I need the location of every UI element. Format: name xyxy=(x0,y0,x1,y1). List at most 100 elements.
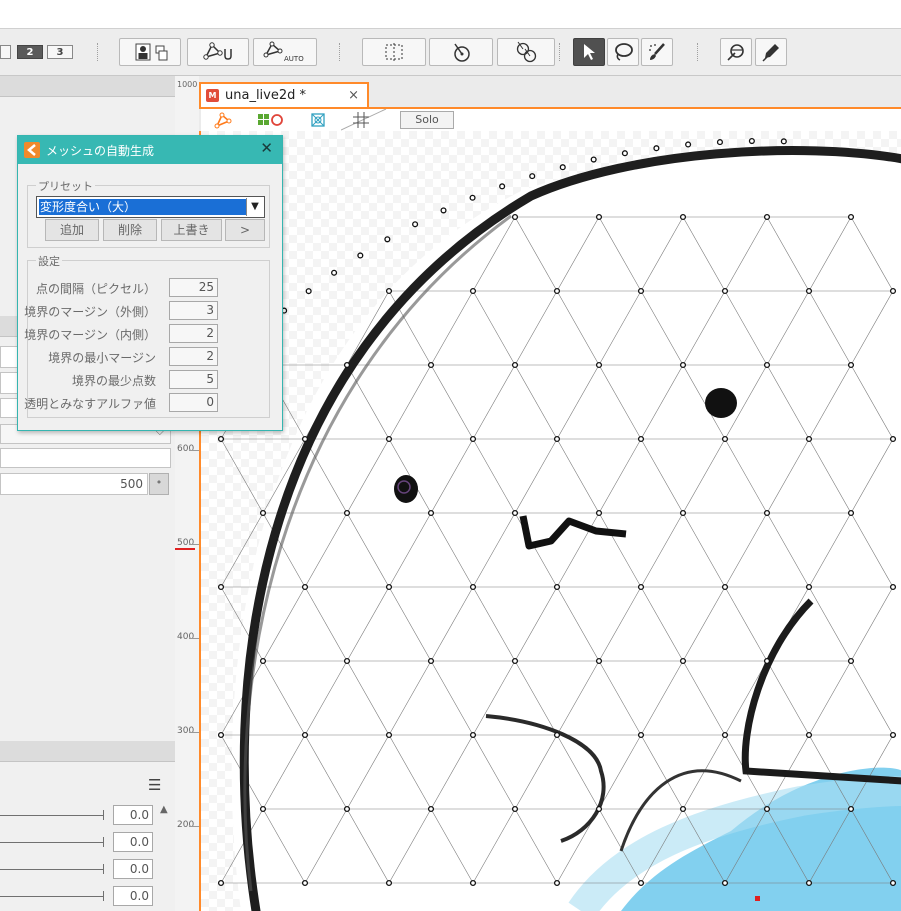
parameter-slider-row[interactable]: 0.0 xyxy=(0,883,175,910)
mesh-vertex[interactable] xyxy=(217,731,225,739)
rotation-multi-button[interactable] xyxy=(497,38,555,66)
mesh-vertex[interactable] xyxy=(553,583,561,591)
mesh-vertex[interactable] xyxy=(679,657,687,665)
mesh-vertex[interactable] xyxy=(469,879,477,887)
mesh-boundary-vertex[interactable] xyxy=(780,138,787,145)
mesh-vertex[interactable] xyxy=(553,731,561,739)
menu-icon[interactable]: ☰ xyxy=(148,776,161,794)
person-tools-button[interactable] xyxy=(119,38,181,66)
slider-track[interactable] xyxy=(0,896,104,897)
mesh-vertex[interactable] xyxy=(763,509,771,517)
mesh-vertex[interactable] xyxy=(679,509,687,517)
deformer-display-icon[interactable] xyxy=(256,111,286,129)
mesh-vertex[interactable] xyxy=(259,657,267,665)
mesh-vertex[interactable] xyxy=(469,731,477,739)
mesh-vertex[interactable] xyxy=(259,509,267,517)
close-icon[interactable]: ✕ xyxy=(260,139,273,157)
mesh-boundary-vertex[interactable] xyxy=(653,145,660,152)
mesh-vertex[interactable] xyxy=(385,287,393,295)
mesh-vertex[interactable] xyxy=(847,361,855,369)
mesh-vertex[interactable] xyxy=(595,361,603,369)
parameter-slider-row[interactable]: 0.0 xyxy=(0,802,175,829)
slider-value[interactable]: 0.0 xyxy=(113,859,153,879)
mesh-vertex[interactable] xyxy=(385,583,393,591)
model-canvas[interactable] xyxy=(199,131,901,911)
mesh-vertex[interactable] xyxy=(217,879,225,887)
mesh-vertex[interactable] xyxy=(553,879,561,887)
value-500-field[interactable]: 500 xyxy=(0,473,148,495)
mesh-vertex[interactable] xyxy=(805,583,813,591)
mesh-vertex[interactable] xyxy=(595,805,603,813)
mesh-vertex[interactable] xyxy=(805,731,813,739)
arrow-select-button[interactable] xyxy=(573,38,605,66)
pin-tool-button[interactable] xyxy=(720,38,752,66)
mesh-boundary-vertex[interactable] xyxy=(357,252,364,259)
parameter-slider-row[interactable]: 0.0 xyxy=(0,829,175,856)
pen-tool-button[interactable] xyxy=(755,38,787,66)
mesh-vertex[interactable] xyxy=(889,879,897,887)
mesh-boundary-vertex[interactable] xyxy=(331,269,338,276)
mesh-boundary-vertex[interactable] xyxy=(590,156,597,163)
mesh-vertex[interactable] xyxy=(637,731,645,739)
dialog-title-bar[interactable]: メッシュの自動生成 ✕ xyxy=(18,136,282,164)
mesh-vertex[interactable] xyxy=(217,435,225,443)
mesh-canvas-drawing[interactable] xyxy=(201,131,901,911)
mesh-boundary-vertex[interactable] xyxy=(499,183,506,190)
preset-select[interactable]: 変形度合い（大） ▼ xyxy=(36,196,265,218)
mesh-boundary-vertex[interactable] xyxy=(412,221,419,228)
mesh-vertex[interactable] xyxy=(637,287,645,295)
mesh-vertex[interactable] xyxy=(343,361,351,369)
mesh-vertex[interactable] xyxy=(679,361,687,369)
mesh-vertex[interactable] xyxy=(721,879,729,887)
mesh-vertex[interactable] xyxy=(427,805,435,813)
solo-button[interactable]: Solo xyxy=(400,111,454,129)
dropdown-arrow-icon[interactable]: ▼ xyxy=(246,198,263,216)
mesh-display-icon[interactable] xyxy=(213,111,233,129)
mesh-vertex[interactable] xyxy=(805,435,813,443)
mesh-boundary-vertex[interactable] xyxy=(384,236,391,243)
mesh-vertex[interactable] xyxy=(301,583,309,591)
setting-value-input[interactable]: 25 xyxy=(169,278,218,297)
mesh-vertex[interactable] xyxy=(889,583,897,591)
setting-value-input[interactable]: 0 xyxy=(169,393,218,412)
mesh-vertex[interactable] xyxy=(553,435,561,443)
mesh-vertex[interactable] xyxy=(763,361,771,369)
mesh-vertex[interactable] xyxy=(637,583,645,591)
page-button-3[interactable]: 3 xyxy=(47,45,73,59)
mesh-vertex[interactable] xyxy=(427,509,435,517)
slider-value[interactable]: 0.0 xyxy=(113,832,153,852)
mesh-boundary-vertex[interactable] xyxy=(716,139,723,146)
deformer-tool-button[interactable] xyxy=(187,38,249,66)
setting-value-input[interactable]: 2 xyxy=(169,347,218,366)
mesh-vertex[interactable] xyxy=(511,805,519,813)
mesh-vertex[interactable] xyxy=(637,879,645,887)
mesh-vertex[interactable] xyxy=(469,435,477,443)
mesh-vertex[interactable] xyxy=(595,509,603,517)
setting-value-input[interactable]: 2 xyxy=(169,324,218,343)
setting-value-input[interactable]: 3 xyxy=(169,301,218,320)
more-preset-button[interactable]: > xyxy=(225,219,265,241)
auto-mesh-button[interactable]: AUTO xyxy=(253,38,317,66)
slider-value[interactable]: 0.0 xyxy=(113,886,153,906)
dot-button[interactable]: • xyxy=(149,473,169,495)
mesh-vertex[interactable] xyxy=(469,583,477,591)
mesh-vertex[interactable] xyxy=(847,213,855,221)
delete-preset-button[interactable]: 削除 xyxy=(103,219,157,241)
mesh-vertex[interactable] xyxy=(469,287,477,295)
mesh-vertex[interactable] xyxy=(385,435,393,443)
texture-atlas-icon[interactable] xyxy=(309,111,327,129)
mesh-vertex[interactable] xyxy=(847,657,855,665)
mesh-vertex[interactable] xyxy=(259,805,267,813)
mesh-vertex[interactable] xyxy=(721,287,729,295)
mesh-vertex[interactable] xyxy=(427,361,435,369)
mesh-vertex[interactable] xyxy=(679,213,687,221)
mesh-vertex[interactable] xyxy=(637,435,645,443)
mesh-vertex[interactable] xyxy=(889,731,897,739)
scroll-up-icon[interactable]: ▲ xyxy=(160,804,168,815)
mesh-vertex[interactable] xyxy=(889,435,897,443)
slider-value[interactable]: 0.0 xyxy=(113,805,153,825)
mesh-vertex[interactable] xyxy=(679,805,687,813)
mesh-vertex[interactable] xyxy=(343,657,351,665)
mesh-vertex[interactable] xyxy=(511,509,519,517)
mesh-vertex[interactable] xyxy=(889,287,897,295)
